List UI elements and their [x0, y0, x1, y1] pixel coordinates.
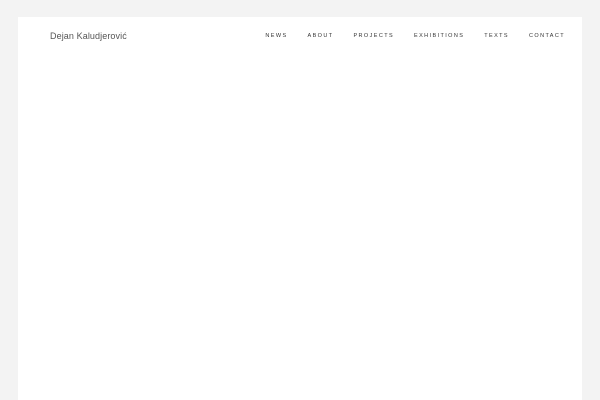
nav-item-news[interactable]: NEWS [265, 33, 287, 39]
nav-item-projects[interactable]: PROJECTS [353, 33, 394, 39]
main-content-area [18, 77, 582, 400]
site-title-link[interactable]: Dejan Kaludjerović [50, 31, 127, 41]
nav-item-texts[interactable]: TEXTS [484, 33, 509, 39]
page-container: Dejan Kaludjerović NEWS ABOUT PROJECTS E… [18, 17, 582, 400]
nav-item-about[interactable]: ABOUT [308, 33, 334, 39]
nav-item-contact[interactable]: CONTACT [529, 33, 565, 39]
nav-item-exhibitions[interactable]: EXHIBITIONS [414, 33, 464, 39]
main-nav: NEWS ABOUT PROJECTS EXHIBITIONS TEXTS CO… [265, 33, 565, 39]
